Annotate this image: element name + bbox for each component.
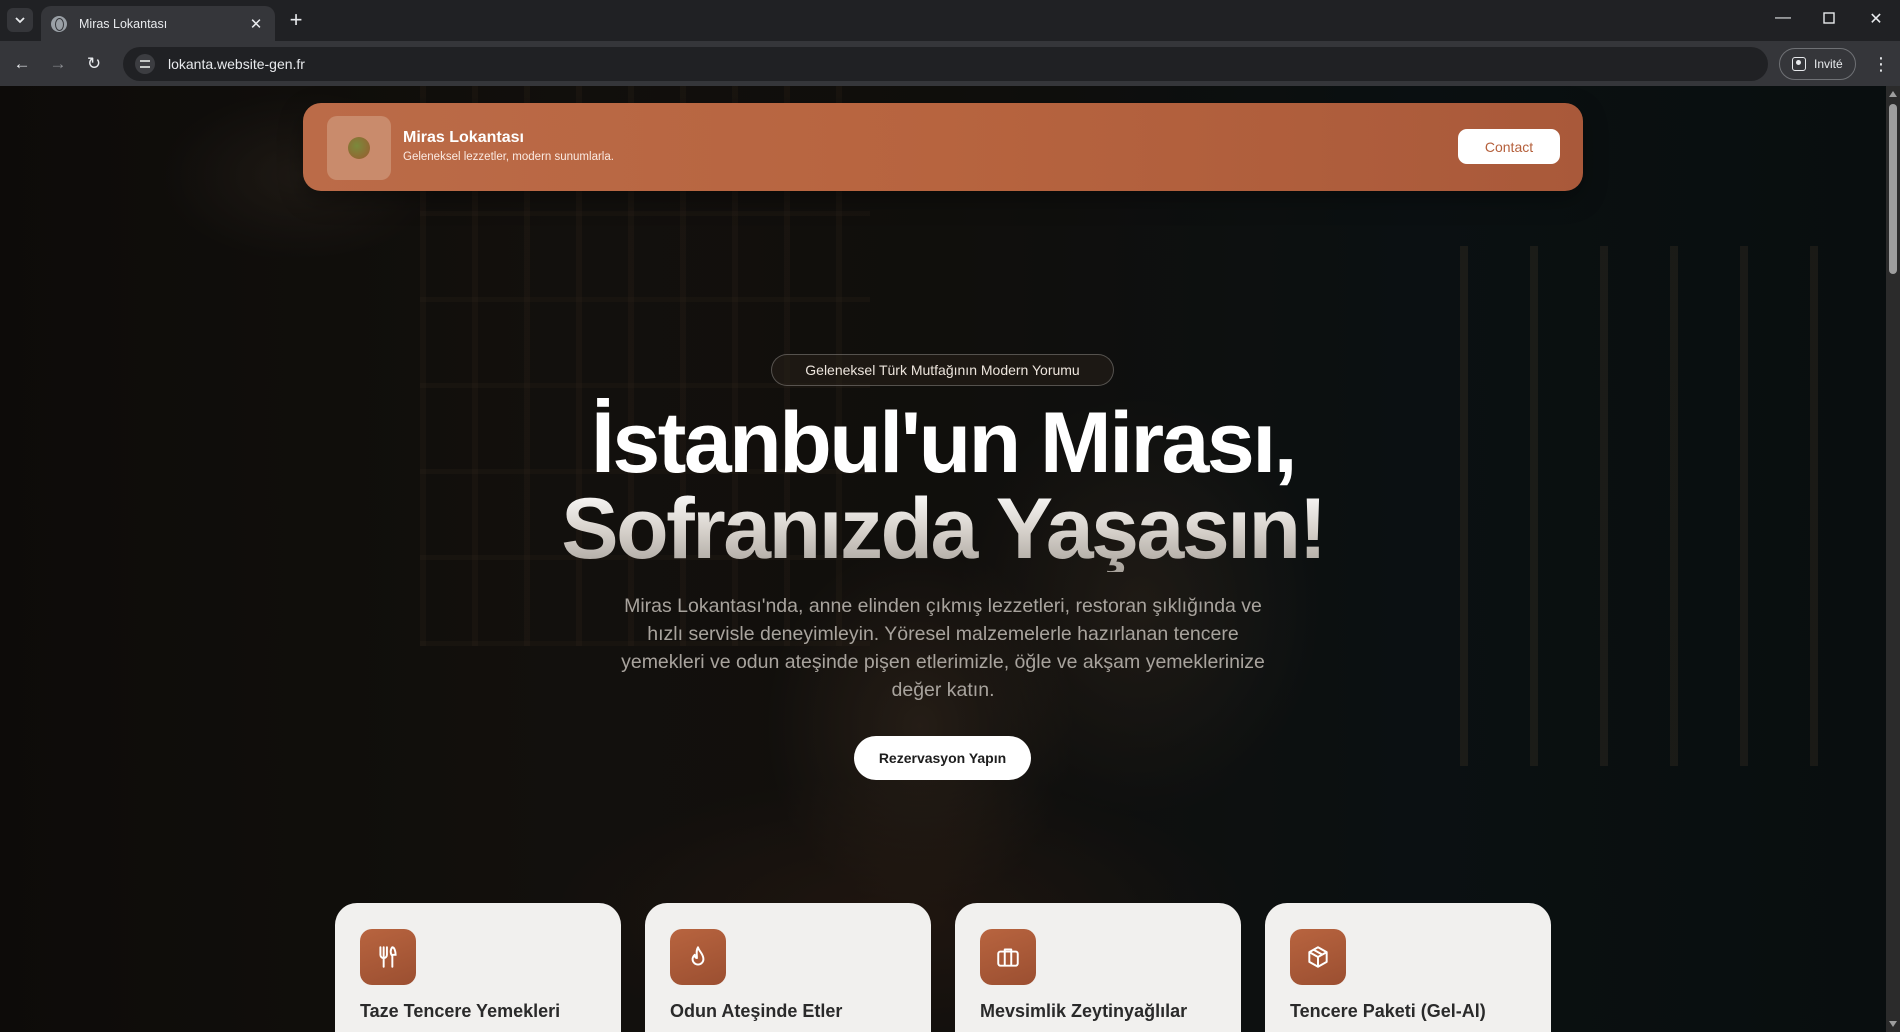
feature-card-title: Taze Tencere Yemekleri	[360, 1001, 561, 1021]
maximize-icon[interactable]	[1817, 9, 1841, 29]
page-viewport: Miras Lokantası Geleneksel lezzetler, mo…	[0, 86, 1886, 1032]
more-menu-icon[interactable]: ⋮	[1872, 52, 1890, 76]
brand-name: Miras Lokantası	[403, 129, 524, 146]
minimize-icon[interactable]: —	[1771, 9, 1795, 27]
back-arrow-icon[interactable]: ←	[10, 52, 34, 76]
address-bar[interactable]: lokanta.website-gen.fr	[123, 47, 1768, 81]
hero-title: İstanbul'un Mirası, Sofranızda Yaşasın!	[450, 400, 1436, 572]
page-scrollbar[interactable]	[1886, 86, 1900, 1032]
hero-description: Miras Lokantası'nda, anne elinden çıkmış…	[621, 595, 1265, 701]
hero-badge: Geleneksel Türk Mutfağının Modern Yorumu	[771, 354, 1114, 386]
tab-close-icon[interactable]: ✕	[247, 15, 265, 33]
scroll-up-icon[interactable]	[1889, 91, 1897, 97]
scrollbar-thumb[interactable]	[1889, 104, 1897, 274]
logo-icon	[348, 137, 370, 159]
profile-button[interactable]: Invité	[1779, 48, 1856, 80]
url-text: lokanta.website-gen.fr	[168, 56, 305, 72]
tab-search-button[interactable]	[7, 8, 33, 32]
profile-label: Invité	[1814, 57, 1843, 71]
feature-card[interactable]: Taze Tencere Yemekleri	[335, 903, 621, 1032]
browser-toolbar: ← → ↻ lokanta.website-gen.fr Invité ⋮	[0, 41, 1900, 86]
scroll-down-icon[interactable]	[1889, 1021, 1897, 1027]
reservation-button[interactable]: Rezervasyon Yapın	[854, 736, 1031, 780]
brand-tagline: Geleneksel lezzetler, modern sunumlarla.	[403, 151, 614, 163]
feature-card-title: Mevsimlik Zeytinyağlılar	[980, 1001, 1188, 1021]
utensils-icon	[360, 929, 416, 985]
contact-button[interactable]: Contact	[1458, 129, 1560, 164]
feature-card[interactable]: Mevsimlik Zeytinyağlılar	[955, 903, 1241, 1032]
site-header: Miras Lokantası Geleneksel lezzetler, mo…	[303, 103, 1583, 191]
feature-card-title: Tencere Paketi (Gel-Al)	[1290, 1001, 1486, 1021]
briefcase-icon	[980, 929, 1036, 985]
hero-title-line1: İstanbul'un Mirası,	[590, 395, 1298, 491]
globe-icon	[51, 15, 67, 32]
brand-logo[interactable]	[327, 116, 391, 180]
package-icon	[1290, 929, 1346, 985]
feature-card[interactable]: Odun Ateşinde Etler	[645, 903, 931, 1032]
tab-title: Miras Lokantası	[79, 16, 168, 31]
reload-icon[interactable]: ↻	[82, 52, 106, 76]
site-settings-icon[interactable]	[135, 54, 155, 74]
profile-icon	[1792, 57, 1806, 71]
new-tab-button[interactable]: +	[284, 9, 308, 31]
feature-card[interactable]: Tencere Paketi (Gel-Al)	[1265, 903, 1551, 1032]
hero-title-line2: Sofranızda Yaşasın!	[450, 486, 1436, 572]
flame-icon	[670, 929, 726, 985]
browser-tab-bar: Miras Lokantası ✕ + — ✕	[0, 0, 1900, 41]
close-icon[interactable]: ✕	[1864, 9, 1888, 29]
chevron-down-icon	[15, 17, 25, 24]
forward-arrow-icon[interactable]: →	[46, 52, 70, 76]
feature-card-title: Odun Ateşinde Etler	[670, 1001, 843, 1021]
browser-tab-active[interactable]: Miras Lokantası ✕	[41, 6, 275, 41]
